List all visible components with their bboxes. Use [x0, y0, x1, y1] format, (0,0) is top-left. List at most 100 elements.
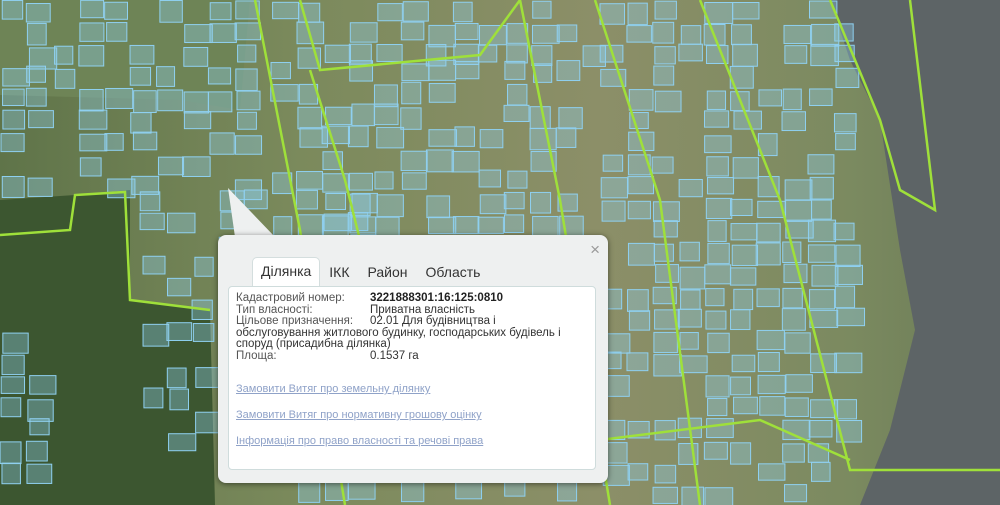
land-parcel[interactable] [183, 91, 210, 114]
land-parcel[interactable] [209, 2, 232, 21]
land-parcel[interactable] [835, 244, 861, 267]
land-parcel[interactable] [808, 420, 833, 438]
land-parcel[interactable] [237, 44, 257, 63]
land-parcel[interactable] [272, 1, 300, 20]
land-parcel[interactable] [139, 191, 161, 212]
land-parcel[interactable] [730, 309, 751, 331]
land-parcel[interactable] [1, 462, 21, 485]
land-parcel[interactable] [678, 43, 703, 62]
land-parcel[interactable] [236, 90, 261, 111]
land-parcel[interactable] [452, 1, 473, 23]
land-parcel[interactable] [784, 484, 808, 503]
land-parcel[interactable] [426, 195, 451, 219]
land-parcel[interactable] [477, 216, 504, 234]
land-parcel[interactable] [107, 178, 136, 199]
land-parcel[interactable] [706, 177, 735, 195]
land-parcel[interactable] [142, 323, 170, 347]
land-parcel[interactable] [703, 441, 728, 460]
land-parcel[interactable] [655, 264, 679, 283]
land-parcel[interactable] [705, 197, 733, 219]
land-parcel[interactable] [834, 264, 863, 285]
land-parcel[interactable] [503, 214, 525, 233]
land-parcel[interactable] [454, 22, 479, 41]
land-parcel[interactable] [758, 89, 783, 107]
land-parcel[interactable] [452, 216, 480, 235]
land-parcel[interactable] [705, 310, 727, 330]
land-parcel[interactable] [401, 81, 422, 105]
land-parcel[interactable] [557, 481, 578, 502]
land-parcel[interactable] [781, 308, 806, 331]
order-valuation-extract-link[interactable]: Замовити Витяг про нормативну грошову оц… [236, 409, 482, 421]
land-parcel[interactable] [834, 352, 863, 374]
land-parcel[interactable] [627, 242, 655, 266]
land-parcel[interactable] [27, 177, 53, 197]
land-parcel[interactable] [347, 480, 376, 500]
land-parcel[interactable] [478, 169, 502, 188]
land-parcel[interactable] [730, 223, 758, 241]
land-parcel[interactable] [235, 68, 258, 92]
land-parcel[interactable] [707, 242, 730, 265]
land-parcel[interactable] [0, 133, 25, 153]
land-parcel[interactable] [209, 23, 237, 43]
land-parcel[interactable] [401, 63, 430, 82]
land-parcel[interactable] [652, 21, 675, 44]
land-parcel[interactable] [1, 175, 25, 198]
land-parcel[interactable] [704, 135, 732, 154]
land-parcel[interactable] [782, 287, 803, 309]
land-parcel[interactable] [25, 440, 48, 462]
land-parcel[interactable] [400, 480, 425, 503]
land-parcel[interactable] [759, 396, 786, 416]
land-parcel[interactable] [25, 87, 47, 107]
land-parcel[interactable] [731, 24, 752, 46]
land-parcel[interactable] [166, 322, 193, 341]
land-parcel[interactable] [654, 464, 677, 484]
land-parcel[interactable] [183, 111, 212, 130]
land-parcel[interactable] [2, 109, 26, 130]
land-parcel[interactable] [401, 172, 427, 190]
land-parcel[interactable] [556, 60, 581, 82]
land-parcel[interactable] [79, 89, 104, 112]
land-parcel[interactable] [374, 171, 394, 190]
land-parcel[interactable] [654, 0, 677, 20]
land-parcel[interactable] [504, 60, 526, 80]
land-parcel[interactable] [297, 214, 324, 237]
land-parcel[interactable] [678, 178, 703, 198]
land-parcel[interactable] [506, 44, 528, 64]
land-parcel[interactable] [628, 89, 654, 111]
land-parcel[interactable] [2, 88, 25, 107]
land-parcel[interactable] [653, 331, 678, 354]
land-parcel[interactable] [156, 66, 176, 87]
land-parcel[interactable] [706, 418, 734, 439]
land-parcel[interactable] [556, 24, 578, 43]
order-land-extract-link[interactable]: Замовити Витяг про земельну ділянку [236, 383, 430, 395]
land-parcel[interactable] [679, 266, 706, 290]
land-parcel[interactable] [532, 0, 552, 19]
land-parcel[interactable] [654, 90, 682, 113]
land-parcel[interactable] [455, 480, 483, 500]
land-parcel[interactable] [132, 131, 158, 151]
land-parcel[interactable] [376, 126, 405, 149]
land-parcel[interactable] [451, 150, 480, 173]
land-parcel[interactable] [373, 103, 399, 126]
land-parcel[interactable] [507, 170, 528, 189]
land-parcel[interactable] [79, 157, 102, 177]
land-parcel[interactable] [29, 418, 50, 436]
land-parcel[interactable] [54, 45, 74, 65]
land-parcel[interactable] [0, 376, 26, 394]
land-parcel[interactable] [195, 367, 220, 388]
land-parcel[interactable] [783, 263, 808, 284]
land-parcel[interactable] [209, 132, 235, 155]
land-parcel[interactable] [733, 288, 754, 311]
land-parcel[interactable] [705, 375, 730, 398]
land-parcel[interactable] [26, 22, 47, 46]
land-parcel[interactable] [781, 111, 806, 132]
land-parcel[interactable] [653, 354, 682, 377]
land-parcel[interactable] [377, 3, 403, 22]
land-parcel[interactable] [348, 43, 372, 65]
land-parcel[interactable] [626, 25, 652, 43]
land-parcel[interactable] [582, 45, 606, 68]
land-parcel[interactable] [758, 463, 786, 481]
land-parcel[interactable] [732, 157, 759, 179]
land-parcel[interactable] [2, 68, 30, 87]
land-parcel[interactable] [376, 44, 403, 62]
